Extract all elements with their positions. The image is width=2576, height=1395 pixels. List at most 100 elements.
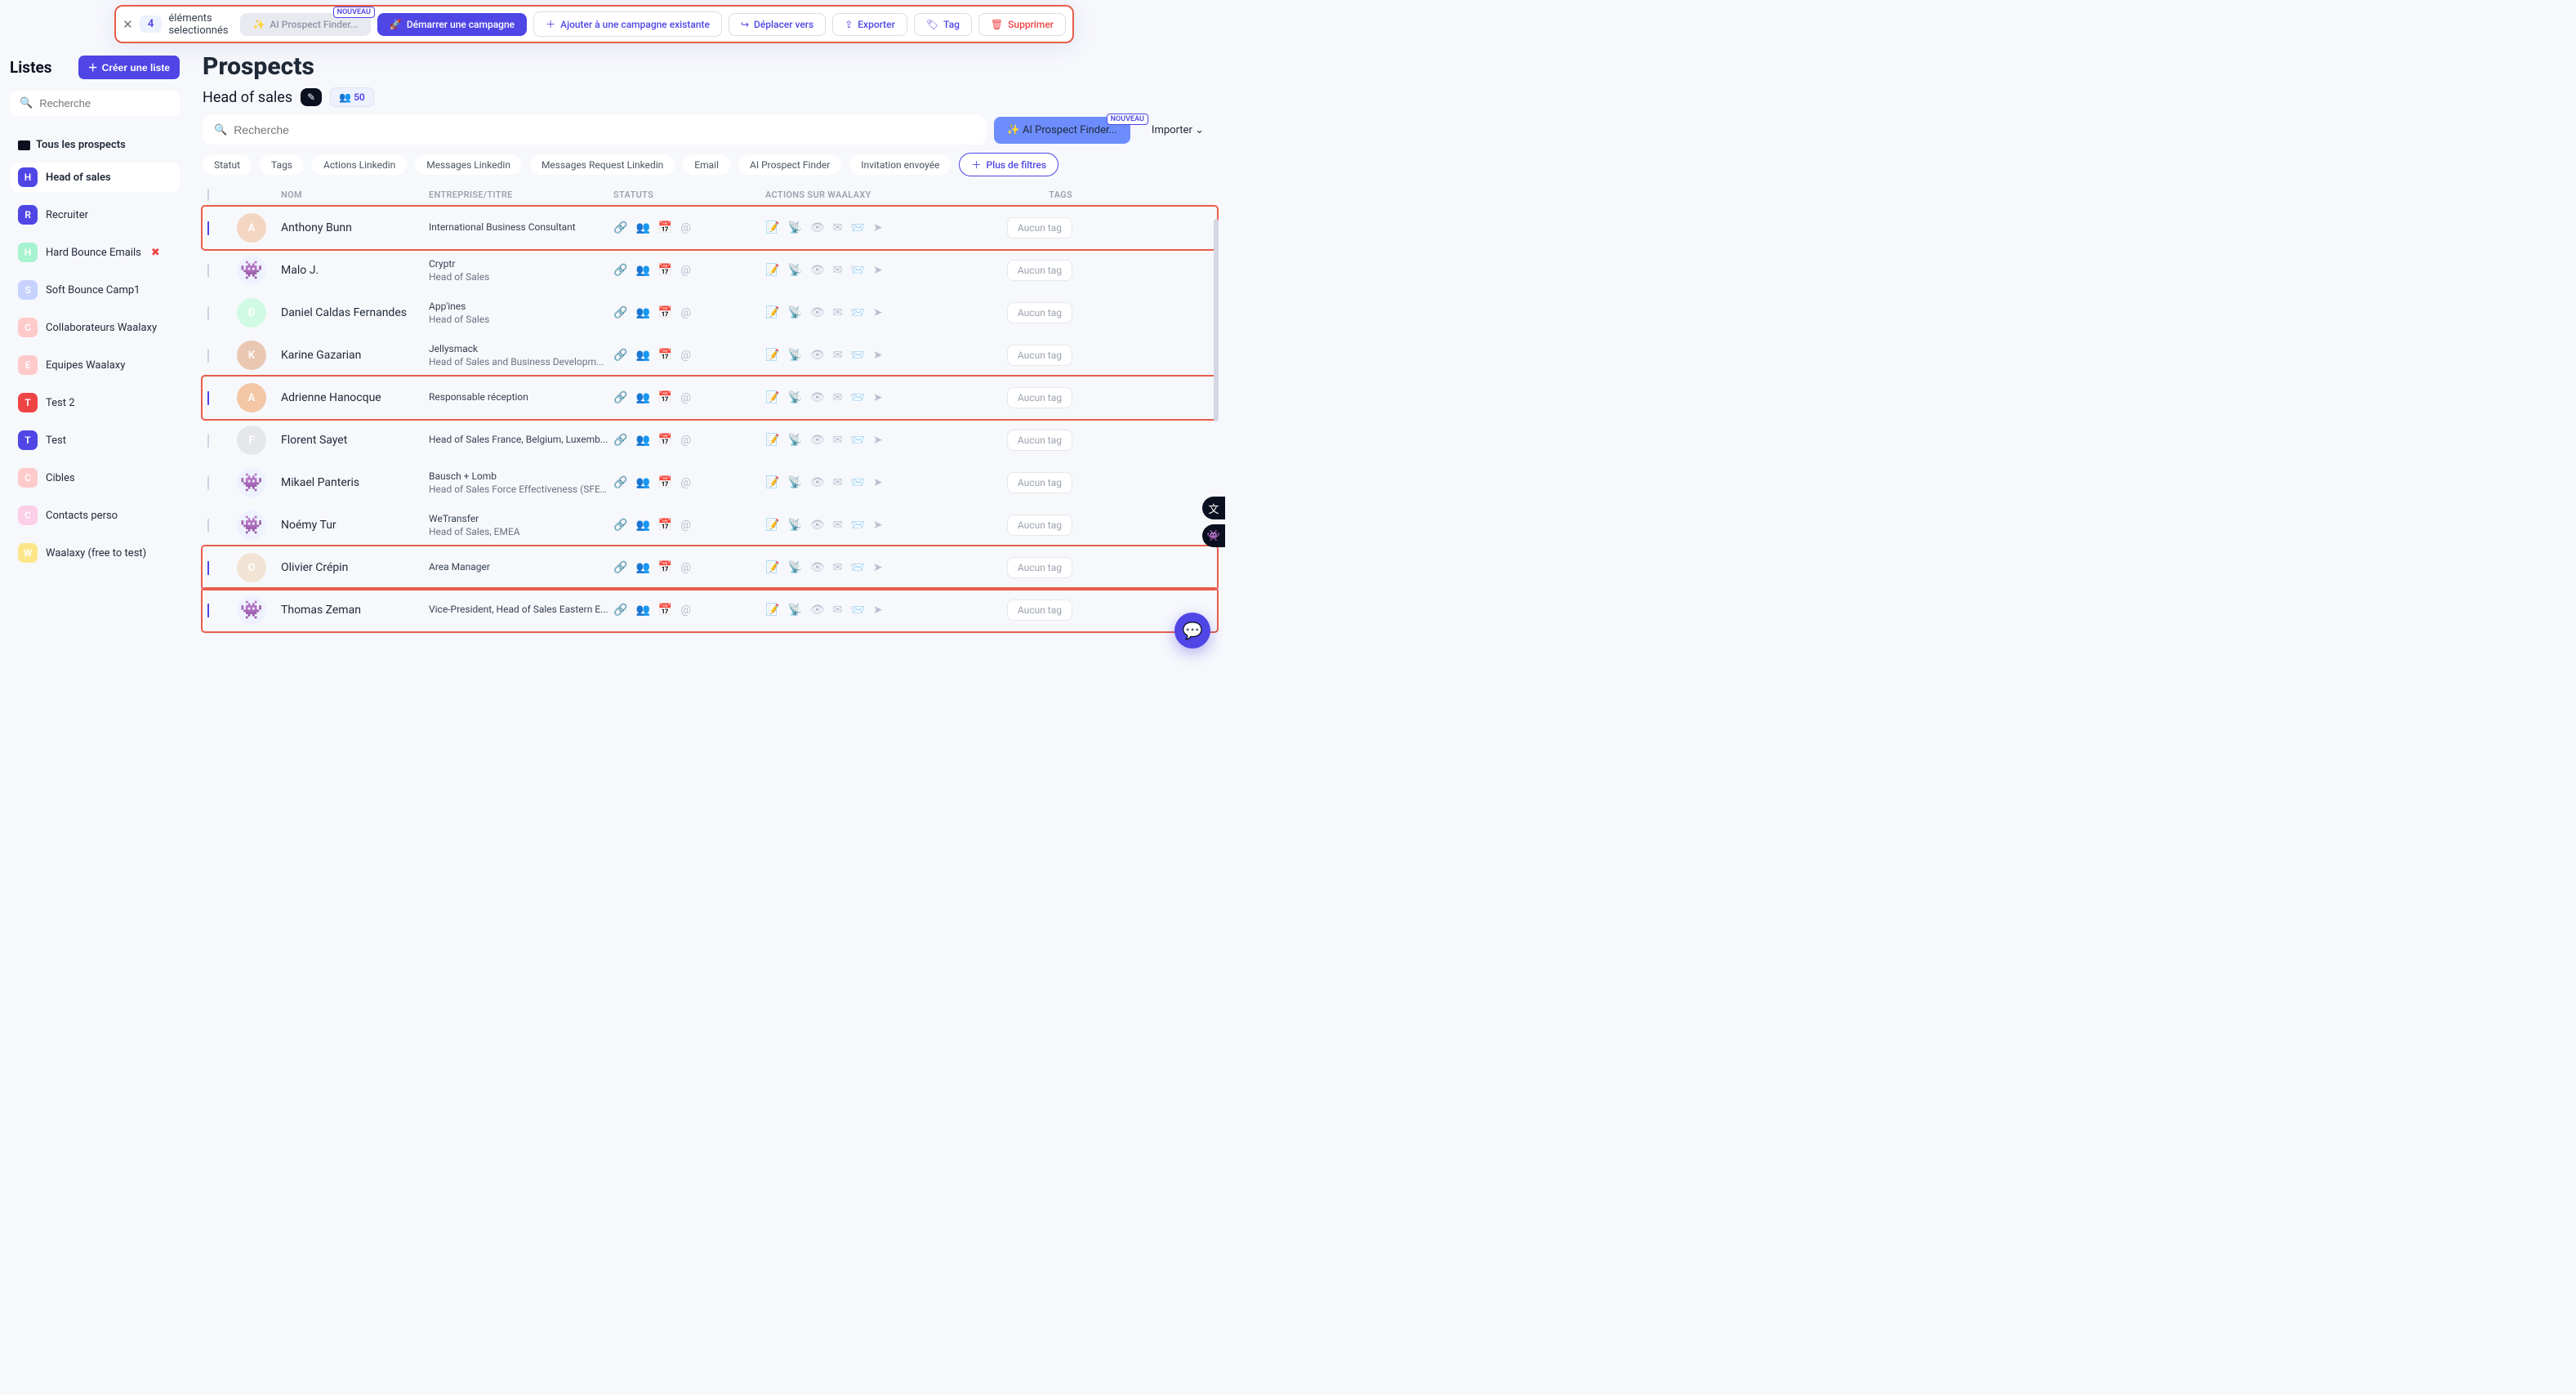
table-row[interactable]: AAnthony BunnInternational Business Cons…	[203, 207, 1217, 249]
table-row[interactable]: AAdrienne HanocqueResponsable réception🔗…	[203, 377, 1217, 419]
mail-open-icon[interactable]: 📨	[850, 306, 864, 319]
row-checkbox[interactable]	[207, 604, 209, 617]
mail-open-icon[interactable]: 📨	[850, 349, 864, 362]
filter-linkedin-request-messages[interactable]: Messages Request Linkedin	[530, 155, 675, 175]
eye-icon[interactable]: 👁	[810, 519, 825, 532]
mail-icon[interactable]: ✉	[833, 604, 843, 617]
note-icon[interactable]: 📝	[765, 306, 779, 319]
translate-button[interactable]: 文	[1202, 497, 1225, 519]
note-icon[interactable]: 📝	[765, 264, 779, 277]
sidebar-list-item[interactable]: WWaalaxy (free to test)	[10, 538, 180, 568]
calendar-icon[interactable]: 📅	[658, 604, 672, 617]
import-button[interactable]: Importer ⌄	[1139, 117, 1217, 144]
mail-open-icon[interactable]: 📨	[850, 434, 864, 447]
eye-icon[interactable]: 👁	[810, 264, 825, 277]
start-campaign-button[interactable]: 🚀 Démarrer une campagne	[377, 13, 527, 36]
mail-open-icon[interactable]: 📨	[850, 561, 864, 574]
users-icon[interactable]: 👥	[635, 349, 649, 362]
calendar-icon[interactable]: 📅	[658, 391, 672, 404]
link-icon[interactable]: 🔗	[613, 434, 627, 447]
mail-icon[interactable]: ✉	[833, 221, 843, 234]
users-icon[interactable]: 👥	[635, 306, 649, 319]
eye-icon[interactable]: 👁	[810, 476, 825, 489]
link-icon[interactable]: 🔗	[613, 349, 627, 362]
more-filters-button[interactable]: ＋ Plus de filtres	[959, 153, 1058, 176]
rss-icon[interactable]: 📡	[787, 561, 801, 574]
sidebar-list-item[interactable]: HHead of sales	[10, 163, 180, 192]
at-icon[interactable]: @	[680, 604, 691, 617]
tag-cell[interactable]: Aucun tag	[1007, 599, 1072, 621]
at-icon[interactable]: @	[680, 306, 691, 319]
tag-cell[interactable]: Aucun tag	[1007, 430, 1072, 451]
eye-icon[interactable]: 👁	[810, 349, 825, 362]
ai-prospect-finder-main-button[interactable]: ✨ AI Prospect Finder... NOUVEAU	[994, 117, 1130, 144]
link-icon[interactable]: 🔗	[613, 476, 627, 489]
filter-invitation-sent[interactable]: Invitation envoyée	[849, 155, 951, 175]
note-icon[interactable]: 📝	[765, 519, 779, 532]
users-icon[interactable]: 👥	[635, 221, 649, 234]
calendar-icon[interactable]: 📅	[658, 476, 672, 489]
send-icon[interactable]: ➤	[873, 476, 883, 489]
at-icon[interactable]: @	[680, 391, 691, 404]
mail-icon[interactable]: ✉	[833, 434, 843, 447]
mail-open-icon[interactable]: 📨	[850, 519, 864, 532]
rss-icon[interactable]: 📡	[787, 264, 801, 277]
send-icon[interactable]: ➤	[873, 561, 883, 574]
send-icon[interactable]: ➤	[873, 264, 883, 277]
row-checkbox[interactable]	[207, 349, 209, 363]
at-icon[interactable]: @	[680, 221, 691, 234]
sidebar-search-input[interactable]	[39, 97, 183, 109]
row-checkbox[interactable]	[207, 519, 209, 533]
at-icon[interactable]: @	[680, 519, 691, 532]
row-checkbox[interactable]	[207, 561, 209, 575]
all-prospects-nav[interactable]: Tous les prospects	[10, 132, 180, 158]
rss-icon[interactable]: 📡	[787, 519, 801, 532]
eye-icon[interactable]: 👁	[810, 561, 825, 574]
add-to-campaign-button[interactable]: ＋ Ajouter à une campagne existante	[533, 11, 722, 37]
mail-open-icon[interactable]: 📨	[850, 221, 864, 234]
sidebar-search[interactable]: 🔍	[10, 91, 180, 116]
eye-icon[interactable]: 👁	[810, 391, 825, 404]
filter-linkedin-messages[interactable]: Messages Linkedin	[415, 155, 522, 175]
tag-cell[interactable]: Aucun tag	[1007, 260, 1072, 281]
note-icon[interactable]: 📝	[765, 221, 779, 234]
sidebar-list-item[interactable]: SSoft Bounce Camp1	[10, 275, 180, 305]
delete-button[interactable]: 🗑 Supprimer	[978, 13, 1066, 36]
link-icon[interactable]: 🔗	[613, 221, 627, 234]
users-icon[interactable]: 👥	[635, 391, 649, 404]
eye-icon[interactable]: 👁	[810, 306, 825, 319]
filter-ai-prospect[interactable]: AI Prospect Finder	[738, 155, 841, 175]
send-icon[interactable]: ➤	[873, 391, 883, 404]
table-row[interactable]: KKarine GazarianJellysmackHead of Sales …	[203, 334, 1217, 377]
tag-button[interactable]: 🏷 Tag	[914, 13, 972, 36]
tag-cell[interactable]: Aucun tag	[1007, 557, 1072, 578]
mail-open-icon[interactable]: 📨	[850, 604, 864, 617]
main-search-input[interactable]	[234, 123, 974, 136]
note-icon[interactable]: 📝	[765, 434, 779, 447]
tag-cell[interactable]: Aucun tag	[1007, 217, 1072, 238]
link-icon[interactable]: 🔗	[613, 604, 627, 617]
tag-cell[interactable]: Aucun tag	[1007, 472, 1072, 493]
table-row[interactable]: 👾Thomas ZemanVice-President, Head of Sal…	[203, 589, 1217, 631]
export-button[interactable]: ⇪ Exporter	[832, 13, 907, 36]
send-icon[interactable]: ➤	[873, 349, 883, 362]
tag-cell[interactable]: Aucun tag	[1007, 387, 1072, 408]
send-icon[interactable]: ➤	[873, 519, 883, 532]
scrollbar[interactable]	[1214, 219, 1219, 421]
link-icon[interactable]: 🔗	[613, 561, 627, 574]
calendar-icon[interactable]: 📅	[658, 434, 672, 447]
rss-icon[interactable]: 📡	[787, 306, 801, 319]
mail-icon[interactable]: ✉	[833, 349, 843, 362]
discord-button[interactable]: 👾	[1202, 524, 1225, 547]
mail-icon[interactable]: ✉	[833, 476, 843, 489]
tag-cell[interactable]: Aucun tag	[1007, 302, 1072, 323]
mail-icon[interactable]: ✉	[833, 561, 843, 574]
sidebar-list-item[interactable]: TTest	[10, 426, 180, 455]
sidebar-list-item[interactable]: TTest 2	[10, 388, 180, 417]
at-icon[interactable]: @	[680, 349, 691, 362]
sidebar-list-item[interactable]: CCollaborateurs Waalaxy	[10, 313, 180, 342]
filter-email[interactable]: Email	[683, 155, 730, 175]
eye-icon[interactable]: 👁	[810, 221, 825, 234]
row-checkbox[interactable]	[207, 476, 209, 490]
filter-linkedin-actions[interactable]: Actions Linkedin	[312, 155, 407, 175]
